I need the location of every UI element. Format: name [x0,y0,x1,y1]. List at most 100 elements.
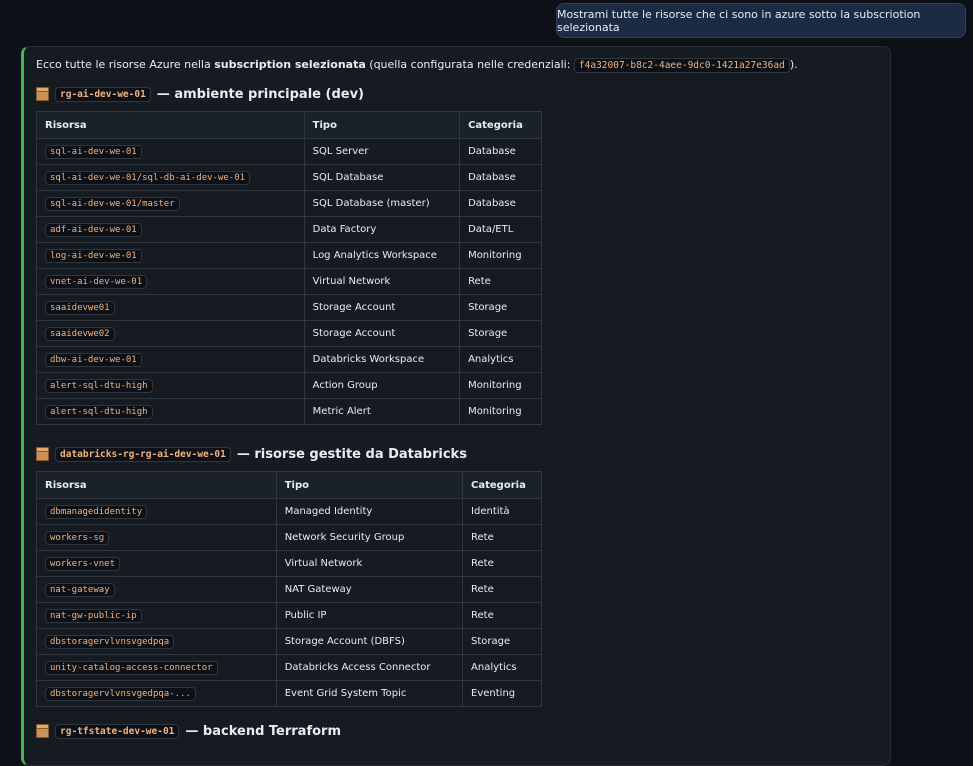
cell-tipo: Virtual Network [303,268,461,295]
cell-categoria: Storage [459,320,542,347]
table-row: adf-ai-dev-we-01 Data Factory Data/ETL [36,216,542,243]
cell-risorsa: nat-gw-public-ip [36,602,277,629]
cell-tipo: Databricks Workspace [303,346,461,373]
table-row: alert-sql-dtu-high Metric Alert Monitoring [36,398,542,425]
section-title: — risorse gestite da Databricks [236,447,467,462]
cell-risorsa: log-ai-dev-we-01 [36,242,305,269]
resource-name-code: unity-catalog-access-connector [45,661,218,675]
cell-tipo: Managed Identity [275,498,464,525]
resource-name-code: dbmanagedidentity [45,505,148,519]
resource-name-code: sql-ai-dev-we-01/master [45,197,180,211]
section-title: — backend Terraform [185,724,341,739]
cell-tipo: Metric Alert [303,398,461,425]
cell-tipo: SQL Server [303,138,461,165]
cell-tipo: Action Group [303,372,461,399]
cell-risorsa: sql-ai-dev-we-01 [36,138,305,165]
cell-risorsa: alert-sql-dtu-high [36,372,305,399]
cell-categoria: Rete [462,524,542,551]
cell-categoria: Storage [462,628,542,655]
table-row: dbw-ai-dev-we-01 Databricks Workspace Anal… [36,346,542,373]
section-title: — ambiente principale (dev) [156,87,364,102]
cell-tipo: SQL Database [303,164,461,191]
cell-categoria: Rete [462,602,542,629]
resource-name-code: alert-sql-dtu-high [45,405,153,419]
table-row: workers-vnet Virtual Network Rete [36,550,542,577]
cell-categoria: Monitoring [459,372,542,399]
cell-risorsa: alert-sql-dtu-high [36,398,305,425]
cell-categoria: Rete [459,268,542,295]
cell-categoria: Database [459,164,542,191]
cell-tipo: NAT Gateway [275,576,464,603]
cell-categoria: Analytics [459,346,542,373]
cell-risorsa: unity-catalog-access-connector [36,654,277,681]
section-heading-rg-tfstate: rg-tfstate-dev-we-01 — backend Terraform [36,723,341,739]
cell-risorsa: workers-sg [36,524,277,551]
resource-name-code: sql-ai-dev-we-01 [45,145,142,159]
table-row: sql-ai-dev-we-01/master SQL Database (mas… [36,190,542,217]
package-icon [36,723,49,738]
cell-tipo: Storage Account (DBFS) [275,628,464,655]
cell-tipo: Public IP [275,602,464,629]
table-row: alert-sql-dtu-high Action Group Monitoring [36,372,542,399]
table-row: saaidevwe02 Storage Account Storage [36,320,542,347]
resource-name-code: log-ai-dev-we-01 [45,249,142,263]
table-header-row: Risorsa Tipo Categoria [36,471,542,499]
resource-name-code: adf-ai-dev-we-01 [45,223,142,237]
cell-categoria: Identità [462,498,542,525]
resource-name-code: nat-gw-public-ip [45,609,142,623]
resource-name-code: dbstoragervlvnsvgedpqa [45,635,175,649]
table-row: dbmanagedidentity Managed Identity Identit… [36,498,542,525]
resource-name-code: dbstoragervlvnsvgedpqa-... [45,687,196,701]
resource-name-code: workers-sg [45,531,110,545]
resource-name-code: vnet-ai-dev-we-01 [45,275,148,289]
resource-group-code: rg-tfstate-dev-we-01 [55,724,180,739]
table-row: sql-ai-dev-we-01/sql-db-ai-dev-we-01 SQL … [36,164,542,191]
col-header-tipo: Tipo [275,471,464,499]
table-row: saaidevwe01 Storage Account Storage [36,294,542,321]
cell-risorsa: dbstoragervlvnsvgedpqa-... [36,680,277,707]
cell-risorsa: dbstoragervlvnsvgedpqa [36,628,277,655]
table-header-row: Risorsa Tipo Categoria [36,111,542,139]
cell-categoria: Database [459,138,542,165]
table-row: nat-gw-public-ip Public IP Rete [36,602,542,629]
cell-tipo: SQL Database (master) [303,190,461,217]
cell-risorsa: workers-vnet [36,550,277,577]
cell-tipo: Virtual Network [275,550,464,577]
cell-categoria: Database [459,190,542,217]
section-heading-rg-main: rg-ai-dev-we-01 — ambiente principale (d… [36,86,364,102]
package-icon [36,86,49,101]
col-header-risorsa: Risorsa [36,111,305,139]
col-header-categoria: Categoria [462,471,542,499]
resource-name-code: workers-vnet [45,557,121,571]
user-message-text: Mostrami tutte le risorse che ci sono in… [557,7,921,34]
cell-categoria: Monitoring [459,398,542,425]
table-row: nat-gateway NAT Gateway Rete [36,576,542,603]
cell-tipo: Log Analytics Workspace [303,242,461,269]
resources-table-main: Risorsa Tipo Categoria sql-ai-dev-we-01 S… [36,111,542,425]
resource-name-code: saaidevwe02 [45,327,115,341]
resource-name-code: nat-gateway [45,583,115,597]
col-header-categoria: Categoria [459,111,542,139]
table-row: workers-sg Network Security Group Rete [36,524,542,551]
col-header-tipo: Tipo [303,111,461,139]
table-row: dbstoragervlvnsvgedpqa-... Event Grid Sys… [36,680,542,707]
intro-middle: (quella configurata nelle credenziali: [365,58,574,71]
resource-name-code: saaidevwe01 [45,301,115,315]
cell-tipo: Network Security Group [275,524,464,551]
resource-name-code: dbw-ai-dev-we-01 [45,353,142,367]
cell-risorsa: saaidevwe01 [36,294,305,321]
cell-risorsa: vnet-ai-dev-we-01 [36,268,305,295]
assistant-message: Ecco tutte le risorse Azure nella subscr… [21,46,891,766]
cell-risorsa: sql-ai-dev-we-01/master [36,190,305,217]
cell-categoria: Eventing [462,680,542,707]
intro-prefix: Ecco tutte le risorse Azure nella [36,58,215,71]
cell-tipo: Data Factory [303,216,461,243]
section-heading-rg-databricks: databricks-rg-rg-ai-dev-we-01 — risorse … [36,446,467,462]
cell-categoria: Rete [462,550,542,577]
intro-suffix: ). [789,58,798,71]
package-icon [36,446,49,461]
resource-name-code: alert-sql-dtu-high [45,379,153,393]
cell-risorsa: saaidevwe02 [36,320,305,347]
table-row: sql-ai-dev-we-01 SQL Server Database [36,138,542,165]
cell-tipo: Event Grid System Topic [275,680,464,707]
